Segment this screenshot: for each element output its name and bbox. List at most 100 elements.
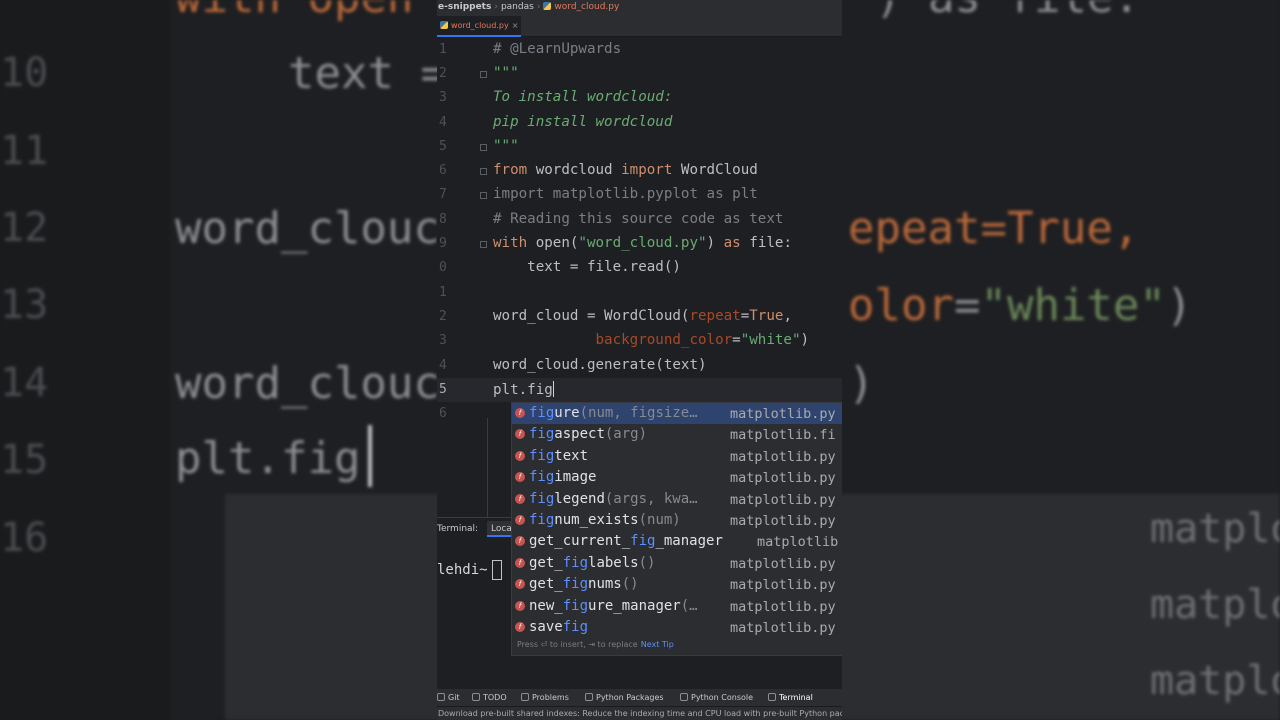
completion-item[interactable]: f fignum_exists(num) matplotlib.py — [512, 510, 842, 531]
line-number: 2 — [439, 309, 447, 324]
fold-marker-icon[interactable] — [480, 71, 487, 78]
completion-module: matplotlib.py — [730, 598, 836, 615]
bg-code: olor="white") — [848, 280, 1192, 331]
keyword: as — [723, 235, 741, 251]
status-bar-message[interactable]: Download pre-built shared indexes: Reduc… — [437, 706, 842, 720]
tool-label: TODO — [483, 693, 507, 702]
git-icon — [437, 693, 445, 701]
bg-code: plt.fig — [175, 433, 361, 484]
chevron-right-icon: › — [494, 2, 498, 12]
completion-suffix: text — [554, 447, 589, 464]
function-icon: f — [515, 429, 525, 440]
code-line: 6 from wordcloud import WordCloud — [437, 159, 842, 183]
terminal-cursor — [492, 560, 502, 580]
fold-marker-icon[interactable] — [480, 168, 487, 175]
completion-name: savefig — [529, 619, 588, 635]
code-line: 5 """ — [437, 135, 842, 159]
code-line: 1 — [437, 281, 842, 305]
completion-match: fig — [529, 447, 555, 464]
completion-item[interactable]: f figure(num, figsize… matplotlib.py — [512, 403, 842, 424]
completion-item[interactable]: f figtext matplotlib.py — [512, 446, 842, 467]
fold-marker-icon[interactable] — [480, 241, 487, 248]
close-icon[interactable]: × — [512, 21, 519, 30]
line-number: 9 — [439, 236, 447, 251]
completion-name: get_figlabels() — [529, 555, 655, 571]
line-number: 3 — [439, 90, 447, 105]
identifier: file: — [740, 235, 792, 251]
completion-suffix: legend — [554, 490, 605, 507]
fold-marker-icon[interactable] — [480, 144, 487, 151]
completion-item[interactable]: f get_figlabels() matplotlib.py — [512, 553, 842, 574]
breadcrumb-file[interactable]: word_cloud.py — [554, 2, 619, 12]
identifier: ) — [706, 235, 724, 251]
keyword: True — [749, 308, 784, 324]
tab-word-cloud[interactable]: word_cloud.py × — [437, 16, 521, 37]
completion-item[interactable]: f get_fignums() matplotlib.py — [512, 574, 842, 595]
bg-line-number: 15 — [0, 437, 49, 483]
completion-item[interactable]: f figaspect(arg) matplotlib.fi — [512, 424, 842, 445]
terminal-label: Terminal: — [437, 524, 479, 534]
line-number: 4 — [439, 358, 447, 373]
terminal-tool-button[interactable]: Terminal — [768, 689, 813, 706]
completion-item[interactable]: f get_current_fig_manager matplotlib — [512, 531, 842, 552]
problems-tool-button[interactable]: Problems — [521, 689, 569, 706]
line-number: 6 — [439, 406, 447, 421]
bg-code: word_clouc — [175, 203, 440, 254]
line-number: 6 — [439, 163, 447, 178]
breadcrumb-folder[interactable]: pandas — [501, 2, 534, 12]
bg-string: "white" — [980, 280, 1166, 331]
next-tip-link[interactable]: Next Tip — [641, 640, 674, 649]
parameter: repeat — [689, 308, 741, 324]
autocomplete-popup[interactable]: f figure(num, figsize… matplotlib.py f figas… — [511, 402, 842, 656]
bg-line-number: 11 — [0, 128, 49, 174]
bg-code: word_clouc — [175, 358, 440, 409]
breadcrumb-project[interactable]: e-snippets — [438, 2, 491, 12]
completion-match: fig — [529, 490, 555, 507]
identifier: wordcloud — [527, 162, 622, 178]
tool-label: Python Console — [691, 693, 754, 702]
completion-module: matplotlib.py — [730, 448, 836, 465]
completion-prefix: get_ — [529, 576, 563, 593]
code-text: from wordcloud import WordCloud — [493, 162, 758, 178]
bg-line-number: 10 — [0, 50, 49, 96]
completion-item[interactable]: f new_figure_manager(… matplotlib.py — [512, 596, 842, 617]
bg-line-number: 12 — [0, 205, 49, 251]
python-packages-tool-button[interactable]: Python Packages — [585, 689, 664, 706]
git-tool-button[interactable]: Git — [437, 689, 460, 706]
completion-signature: (… — [680, 597, 698, 614]
completion-item[interactable]: f figlegend(args, kwa… matplotlib.py — [512, 489, 842, 510]
completion-module: matplotlib — [757, 534, 839, 551]
string: "word_cloud.py" — [578, 235, 707, 251]
bg-item-module: matplotlib.py — [1150, 658, 1280, 704]
function-icon: f — [515, 515, 525, 525]
text-caret — [552, 381, 555, 397]
completion-name: figlegend(args, kwa… — [529, 491, 698, 507]
popup-hint: Press ⏎ to insert, ⇥ to replace — [517, 640, 638, 649]
code-line: 0 text = file.read() — [437, 256, 842, 280]
line-number: 8 — [439, 212, 447, 227]
function-icon: f — [515, 493, 525, 504]
python-file-icon — [543, 2, 552, 10]
code-text: pip install wordcloud — [493, 114, 673, 130]
python-console-tool-button[interactable]: Python Console — [680, 689, 753, 706]
todo-tool-button[interactable]: TODO — [472, 689, 507, 706]
function-icon: f — [515, 408, 525, 418]
completion-match: fig — [529, 469, 555, 486]
keyword: import — [621, 162, 673, 178]
fold-marker-icon[interactable] — [480, 192, 487, 199]
bg-paren: ) — [1165, 280, 1193, 331]
completion-suffix: labels — [588, 554, 639, 571]
identifier: WordCloud — [672, 162, 758, 178]
bg-item-module: matplotlib.fi — [1150, 582, 1280, 628]
line-number: 5 — [439, 382, 447, 397]
completion-prefix: get_ — [529, 554, 563, 571]
code-line: 3 background_color="white") — [437, 329, 842, 353]
completion-name: figaspect(arg) — [529, 426, 647, 442]
completion-suffix: image — [554, 469, 597, 486]
string: "white" — [740, 332, 801, 348]
completion-suffix: _manager — [655, 533, 723, 550]
completion-item[interactable]: f figimage matplotlib.py — [512, 467, 842, 488]
function-icon: f — [515, 600, 525, 611]
completion-module: matplotlib.py — [730, 577, 836, 594]
